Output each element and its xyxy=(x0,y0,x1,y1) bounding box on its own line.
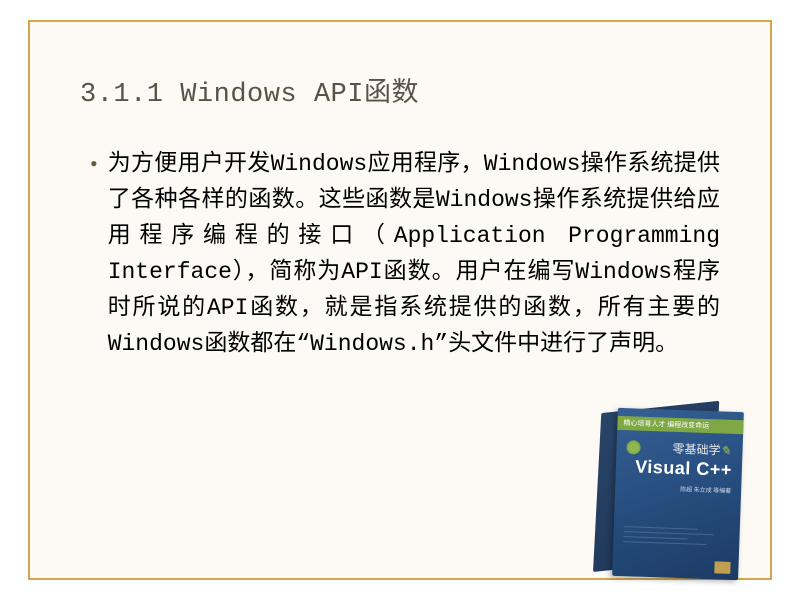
book-front-cover: 精心培育人才 编程改变命运 零基础学✎ Visual C++ 陈超 朱立成 等编… xyxy=(612,408,744,580)
book-author: 陈超 朱立成 等编著 xyxy=(680,484,731,495)
bullet-item: • 为方便用户开发Windows应用程序，Windows操作系统提供了各种各样的… xyxy=(80,146,720,362)
publisher-logo-icon xyxy=(714,561,730,574)
slide-frame: 3.1.1 Windows API函数 • 为方便用户开发Windows应用程序… xyxy=(28,20,772,580)
book-accent-icon: ✎ xyxy=(720,443,731,457)
section-heading: 3.1.1 Windows API函数 xyxy=(80,70,720,110)
book-title: Visual C++ xyxy=(635,456,732,480)
book-cover-image: 精心培育人才 编程改变命运 零基础学✎ Visual C++ 陈超 朱立成 等编… xyxy=(593,398,748,578)
book-decorative-lines xyxy=(623,526,730,550)
book-logo-icon xyxy=(626,440,640,454)
book-band: 精心培育人才 编程改变命运 xyxy=(617,416,743,434)
bullet-marker: • xyxy=(90,146,98,182)
book-subtitle: 零基础学✎ xyxy=(672,440,731,459)
book-subtitle-text: 零基础学 xyxy=(672,442,720,458)
slide-content: 3.1.1 Windows API函数 • 为方便用户开发Windows应用程序… xyxy=(30,22,770,362)
body-paragraph: 为方便用户开发Windows应用程序，Windows操作系统提供了各种各样的函数… xyxy=(108,146,720,362)
